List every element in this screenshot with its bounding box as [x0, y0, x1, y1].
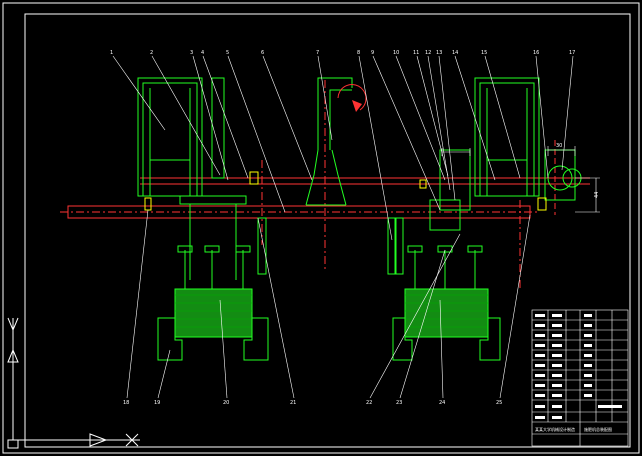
part-label: 6 — [261, 50, 264, 56]
part-label: 22 — [366, 400, 372, 406]
rotation-arc — [337, 84, 367, 111]
ucs-icon — [7, 317, 140, 449]
part-label: 19 — [154, 400, 160, 406]
part-labels-bottom: 18 19 20 21 22 23 24 25 — [123, 400, 502, 406]
part-label: 20 — [223, 400, 229, 406]
part-label: 10 — [393, 50, 399, 56]
bottom-left-text: 某某大学机械设计制造 — [535, 426, 575, 432]
part-label: 17 — [569, 50, 575, 56]
dimension-center — [441, 148, 471, 156]
dimension-right: 44 — [575, 177, 600, 213]
svg-text:44: 44 — [594, 192, 600, 198]
part-label: 18 — [123, 400, 129, 406]
svg-text:30: 30 — [556, 143, 562, 149]
part-label: 8 — [357, 50, 360, 56]
part-label: 24 — [439, 400, 445, 406]
part-label: 21 — [290, 400, 296, 406]
part-label: 25 — [496, 400, 502, 406]
left-seeder-unit — [157, 245, 269, 361]
part-label: 1 — [110, 50, 113, 56]
center-hopper — [305, 77, 353, 206]
right-frame — [429, 77, 582, 231]
part-label: 2 — [150, 50, 153, 56]
title-block — [531, 309, 629, 447]
part-label: 11 — [413, 50, 419, 56]
part-label: 9 — [371, 50, 374, 56]
main-shaft — [60, 80, 590, 290]
cad-drawing-canvas[interactable]: 1 2 3 4 5 6 7 8 9 10 11 12 13 14 15 16 1… — [0, 0, 642, 456]
part-label: 13 — [436, 50, 442, 56]
part-label: 15 — [481, 50, 487, 56]
right-seeder-unit — [392, 245, 501, 361]
part-label: 4 — [201, 50, 204, 56]
part-label: 16 — [533, 50, 539, 56]
part-label: 23 — [396, 400, 402, 406]
part-label: 14 — [452, 50, 458, 56]
part-label: 5 — [226, 50, 229, 56]
part-label: 12 — [425, 50, 431, 56]
drawing-name: 施肥机总装配图 — [584, 426, 612, 432]
part-label: 3 — [190, 50, 193, 56]
coulter-legs — [257, 217, 404, 275]
part-labels-top: 1 2 3 4 5 6 7 8 9 10 11 12 13 14 15 16 1… — [110, 50, 575, 56]
part-label: 7 — [316, 50, 319, 56]
